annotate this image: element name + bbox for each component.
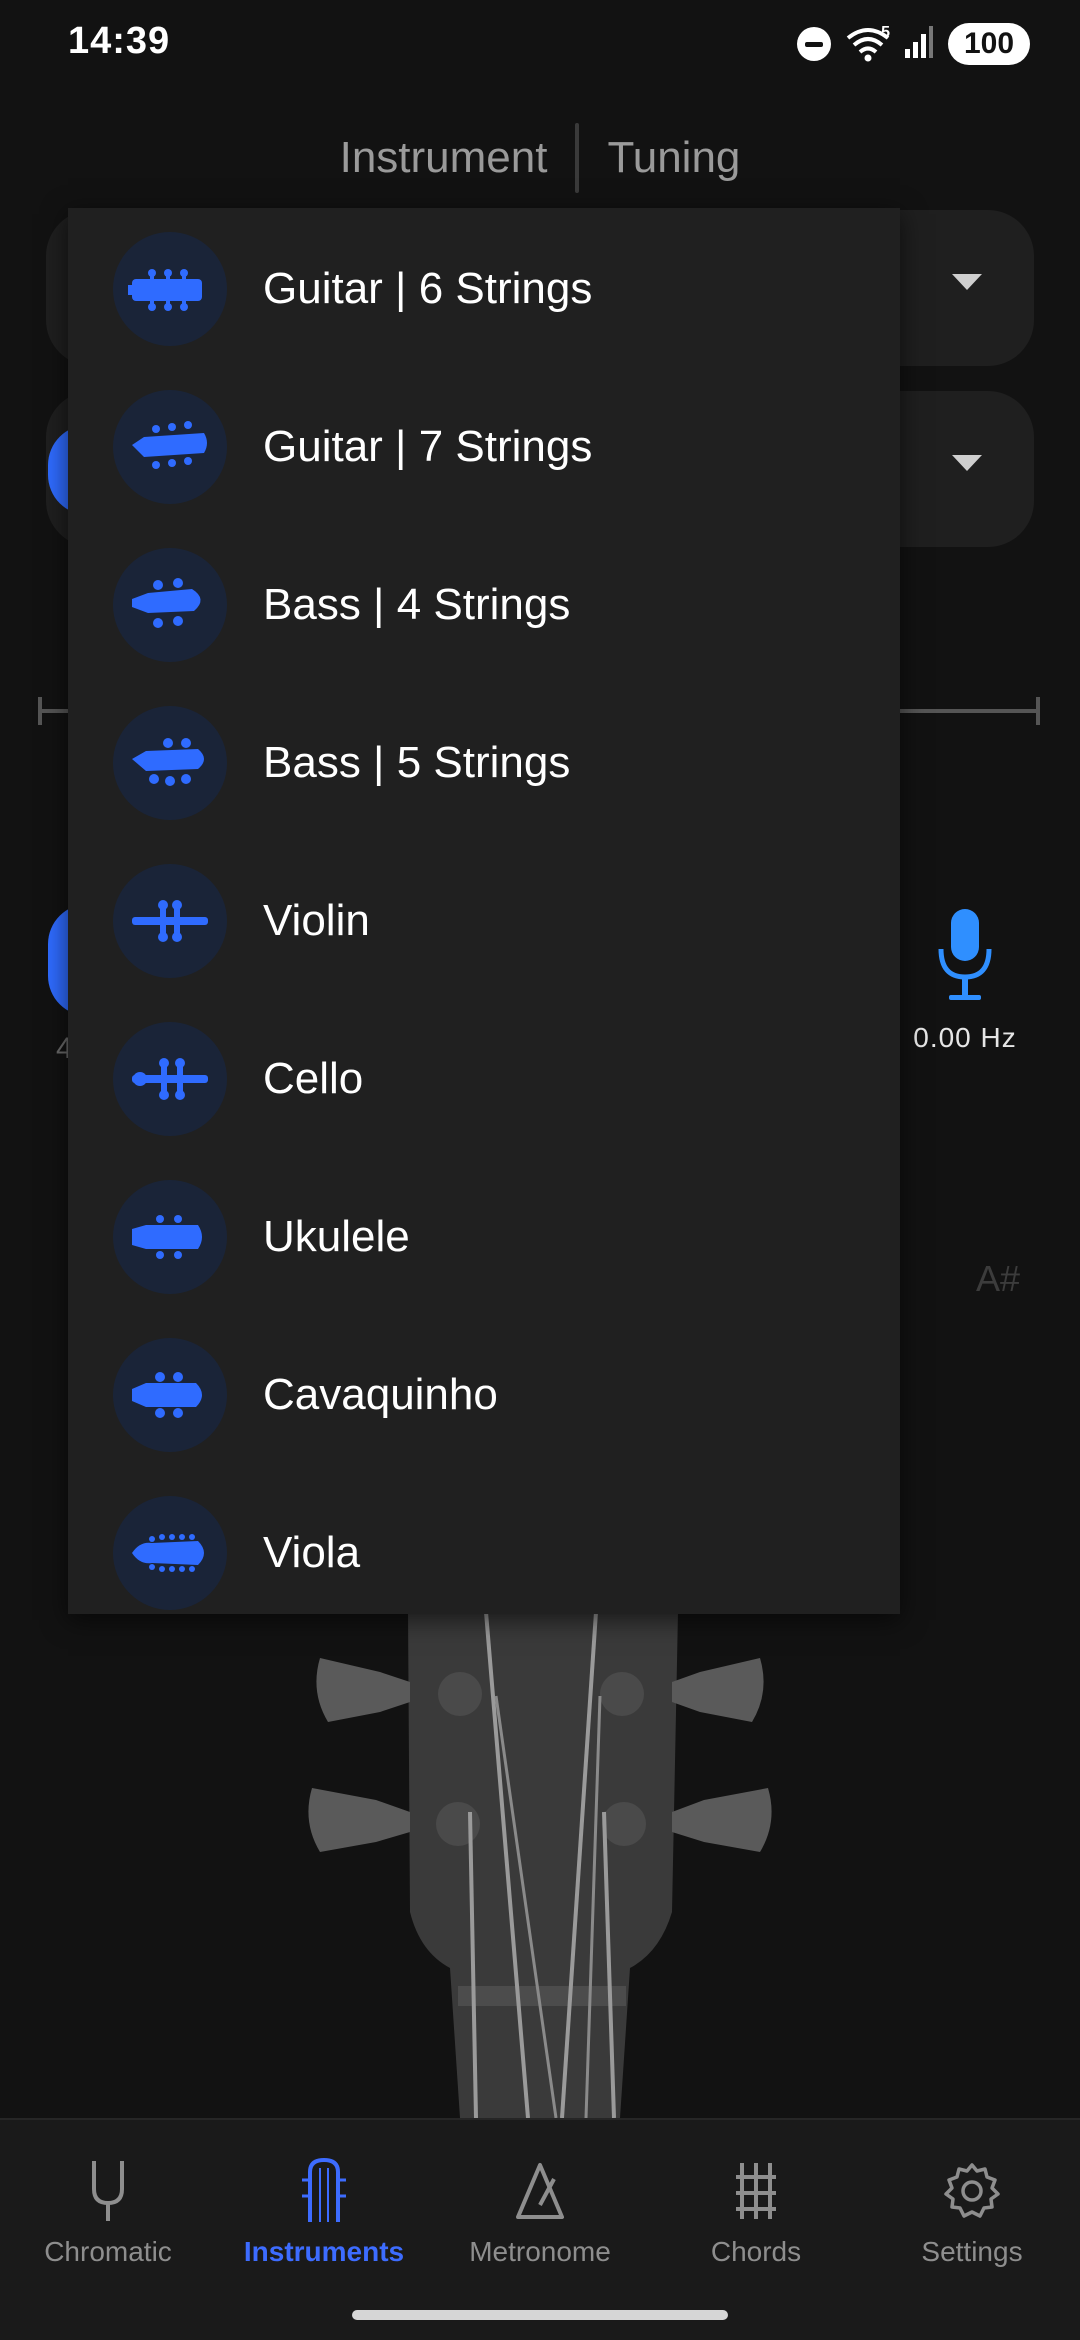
metronome-icon [432,2156,648,2226]
tuning-fork-icon [0,2156,216,2226]
meter-cap-right [1036,697,1040,725]
dropdown-item-label: Cello [263,1054,364,1103]
frequency-readout: 0.00 Hz [913,1022,1017,1053]
violin-scroll-icon [113,864,227,978]
nav-item-chords[interactable]: Chords [648,2156,864,2268]
nav-label: Chords [710,2236,802,2267]
dropdown-item-bass-4[interactable]: Bass | 4 Strings [68,526,900,684]
cavaquinho-headstock-icon [113,1338,227,1452]
nav-label: Metronome [469,2236,611,2267]
note-label: A# [976,1258,1021,1299]
nav-item-metronome[interactable]: Metronome [432,2156,648,2268]
dropdown-item-cello[interactable]: Cello [68,1000,900,1158]
status-icons: 5 100 [797,20,1030,68]
guitar-headstock-illustration [300,1611,780,2119]
home-indicator[interactable] [352,2310,728,2320]
nav-label: Instruments [243,2236,405,2267]
dropdown-item-guitar-6[interactable]: Guitar | 6 Strings [68,210,900,368]
tab-instrument[interactable]: Instrument [312,133,576,183]
dropdown-item-label: Guitar | 7 Strings [263,422,593,471]
status-bar: 14:39 5 100 [0,0,1080,90]
nav-item-chromatic[interactable]: Chromatic [0,2156,216,2268]
wifi-badge: 5 [881,24,890,41]
ukulele-headstock-icon [113,1180,227,1294]
do-not-disturb-icon [797,27,832,61]
dropdown-item-label: Cavaquinho [263,1370,498,1419]
status-time: 14:39 [68,20,171,62]
signal-icon [904,25,934,64]
dropdown-item-viola[interactable]: Viola [68,1474,900,1614]
dropdown-item-label: Viola [263,1528,361,1577]
dropdown-item-label: Bass | 5 Strings [263,738,571,787]
mic-area: 0.00 Hz [905,905,1025,1054]
dropdown-item-ukulele[interactable]: Ukulele [68,1158,900,1316]
microphone-icon[interactable] [933,909,997,1009]
header-tabs: Instrument Tuning [0,118,1080,198]
tab-tuning[interactable]: Tuning [579,133,768,183]
chord-grid-icon [648,2156,864,2226]
cello-scroll-icon [113,1022,227,1136]
nav-label: Chromatic [44,2236,172,2267]
bottom-navigation: Chromatic Instruments Metronome Chords S… [0,2118,1080,2340]
dropdown-item-violin[interactable]: Violin [68,842,900,1000]
dropdown-item-cavaquinho[interactable]: Cavaquinho [68,1316,900,1474]
tuner-screen: 14:39 5 100 Instrument Tuning 4 0.00 Hz … [0,0,1080,2340]
dropdown-item-label: Bass | 4 Strings [263,580,571,629]
guitar-6-headstock-icon [113,232,227,346]
dropdown-item-label: Ukulele [263,1212,410,1261]
instrument-dropdown: Guitar | 6 Strings Guitar | 7 Strings Ba… [68,208,900,1614]
bass-4-headstock-icon [113,548,227,662]
instrument-headstock-icon [216,2156,432,2226]
chevron-down-icon [952,455,982,471]
dropdown-item-bass-5[interactable]: Bass | 5 Strings [68,684,900,842]
chevron-down-icon [952,274,982,290]
wifi-icon: 5 [845,24,890,64]
viola-headstock-icon [113,1496,227,1610]
dropdown-item-label: Violin [263,896,370,945]
dropdown-item-guitar-7[interactable]: Guitar | 7 Strings [68,368,900,526]
nav-item-settings[interactable]: Settings [864,2156,1080,2268]
guitar-7-headstock-icon [113,390,227,504]
dropdown-item-label: Guitar | 6 Strings [263,264,593,313]
nav-item-instruments[interactable]: Instruments [216,2156,432,2268]
nav-label: Settings [921,2236,1023,2267]
gear-icon [864,2156,1080,2226]
battery-indicator: 100 [948,23,1030,65]
bass-5-headstock-icon [113,706,227,820]
meter-line-right [900,709,1040,713]
